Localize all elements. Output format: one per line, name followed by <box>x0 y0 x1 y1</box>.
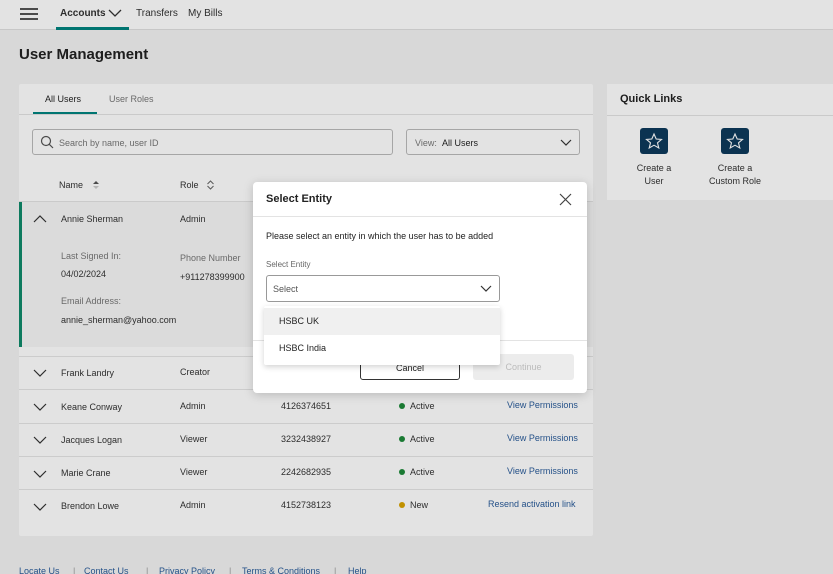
divider <box>253 216 587 217</box>
select-entity-label: Select Entity <box>266 260 311 269</box>
modal-description: Please select an entity in which the use… <box>266 231 494 241</box>
chevron-down-icon <box>480 285 492 292</box>
close-icon[interactable] <box>558 192 573 207</box>
entity-dropdown-menu: HSBC UK HSBC India <box>264 306 500 365</box>
entity-select-placeholder: Select <box>273 284 299 294</box>
modal-title: Select Entity <box>266 193 333 205</box>
dropdown-option-hsbc-india[interactable]: HSBC India <box>264 335 500 362</box>
entity-select[interactable]: Select <box>266 275 500 302</box>
dropdown-option-hsbc-uk[interactable]: HSBC UK <box>264 308 500 335</box>
